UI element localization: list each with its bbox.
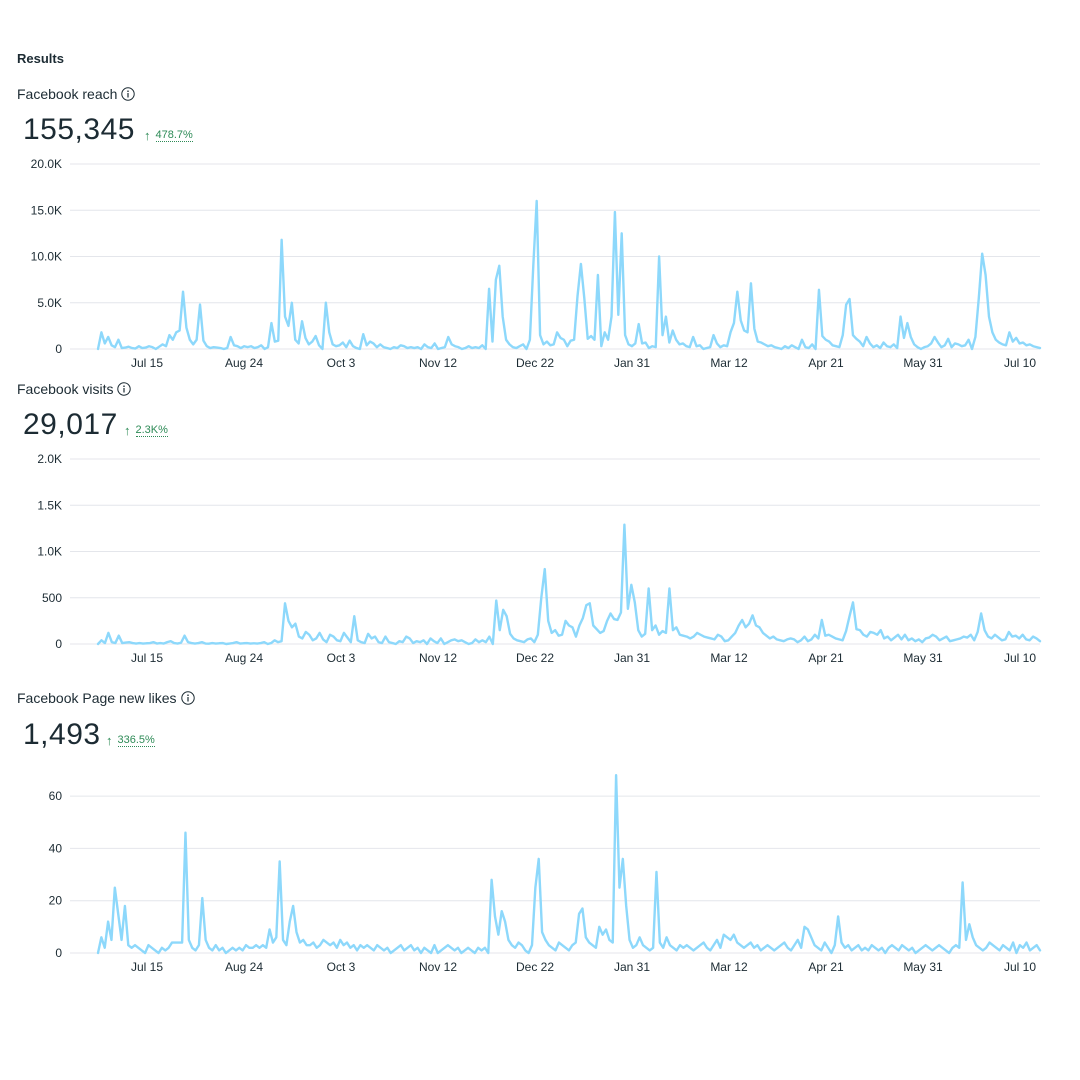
metric-title-new-likes: Facebook Page new likes — [17, 690, 195, 706]
x-tick-label: May 31 — [903, 651, 943, 665]
arrow-up-icon: ↑ — [106, 733, 113, 748]
x-tick-label: Jul 10 — [1004, 356, 1036, 370]
x-tick-label: May 31 — [903, 356, 943, 370]
y-tick-label: 60 — [49, 789, 63, 803]
metric-value-new-likes: 1,493 — [23, 718, 101, 751]
y-tick-label: 2.0K — [37, 452, 62, 466]
series-line — [96, 523, 1042, 646]
reach-chart: 0 5.0K 10.0K 15.0K 20.0K Jul 15 Aug 24 Oct 3 Nov… — [31, 157, 1042, 370]
x-tick-label: Aug 24 — [225, 356, 263, 370]
x-tick-label: Mar 12 — [710, 651, 748, 665]
x-tick-label: Apr 21 — [808, 651, 844, 665]
x-tick-label: Jan 31 — [614, 960, 650, 974]
series-line — [96, 774, 1042, 955]
x-tick-label: Apr 21 — [808, 356, 844, 370]
metric-title-label: Facebook Page new likes — [17, 690, 177, 706]
x-tick-label: Jul 15 — [131, 356, 163, 370]
y-tick-label: 20.0K — [31, 157, 62, 171]
x-tick-label: Jul 10 — [1004, 960, 1036, 974]
arrow-up-icon: ↑ — [144, 128, 151, 143]
metric-title-reach: Facebook reach — [17, 86, 136, 102]
x-tick-label: Aug 24 — [225, 651, 263, 665]
arrow-up-icon: ↑ — [124, 423, 131, 438]
y-tick-label: 1.5K — [37, 498, 62, 512]
info-icon[interactable] — [121, 87, 136, 101]
y-tick-label: 0 — [55, 946, 62, 960]
y-tick-label: 5.0K — [37, 296, 62, 310]
x-tick-label: Oct 3 — [327, 356, 356, 370]
series-line — [96, 199, 1042, 351]
x-tick-label: Nov 12 — [419, 651, 457, 665]
change-percent[interactable]: 478.7% — [155, 129, 193, 142]
results-heading: Results — [17, 51, 64, 66]
y-tick-label: 500 — [42, 591, 62, 605]
x-tick-label: May 31 — [903, 960, 943, 974]
x-tick-label: Oct 3 — [327, 960, 356, 974]
metric-title-label: Facebook reach — [17, 86, 118, 102]
y-tick-label: 1.0K — [37, 545, 62, 559]
visits-chart: 0 500 1.0K 1.5K 2.0K Jul 15 Aug 24 Oct 3 Nov 12 D… — [37, 452, 1042, 665]
y-tick-label: 20 — [49, 894, 63, 908]
x-tick-label: Nov 12 — [419, 960, 457, 974]
y-tick-label: 0 — [55, 342, 62, 356]
change-percent[interactable]: 2.3K% — [135, 424, 168, 437]
x-tick-label: Aug 24 — [225, 960, 263, 974]
y-tick-label: 10.0K — [31, 250, 62, 264]
metric-title-visits: Facebook visits — [17, 381, 132, 397]
x-tick-label: Nov 12 — [419, 356, 457, 370]
metric-value-reach: 155,345 — [23, 113, 135, 146]
metric-change-visits: ↑ 2.3K% — [124, 423, 168, 438]
info-icon[interactable] — [117, 382, 132, 396]
metric-value-visits: 29,017 — [23, 408, 118, 441]
x-tick-label: Dec 22 — [516, 651, 554, 665]
x-tick-label: Jul 15 — [131, 651, 163, 665]
x-tick-label: Dec 22 — [516, 356, 554, 370]
x-tick-label: Jan 31 — [614, 356, 650, 370]
y-tick-label: 15.0K — [31, 203, 62, 217]
metric-change-new-likes: ↑ 336.5% — [106, 733, 155, 748]
x-tick-label: Apr 21 — [808, 960, 844, 974]
change-percent[interactable]: 336.5% — [117, 734, 155, 747]
new-likes-chart: 0 20 40 60 Jul 15 Aug 24 Oct 3 Nov 12 Dec 22 Jan … — [49, 774, 1042, 974]
metric-change-reach: ↑ 478.7% — [144, 128, 193, 143]
x-tick-label: Jul 10 — [1004, 651, 1036, 665]
x-tick-label: Jul 15 — [131, 960, 163, 974]
y-tick-label: 0 — [55, 637, 62, 651]
x-tick-label: Mar 12 — [710, 960, 748, 974]
y-tick-label: 40 — [49, 841, 63, 855]
x-tick-label: Oct 3 — [327, 651, 356, 665]
x-tick-label: Jan 31 — [614, 651, 650, 665]
x-tick-label: Mar 12 — [710, 356, 748, 370]
x-tick-label: Dec 22 — [516, 960, 554, 974]
metric-title-label: Facebook visits — [17, 381, 114, 397]
info-icon[interactable] — [180, 691, 195, 705]
